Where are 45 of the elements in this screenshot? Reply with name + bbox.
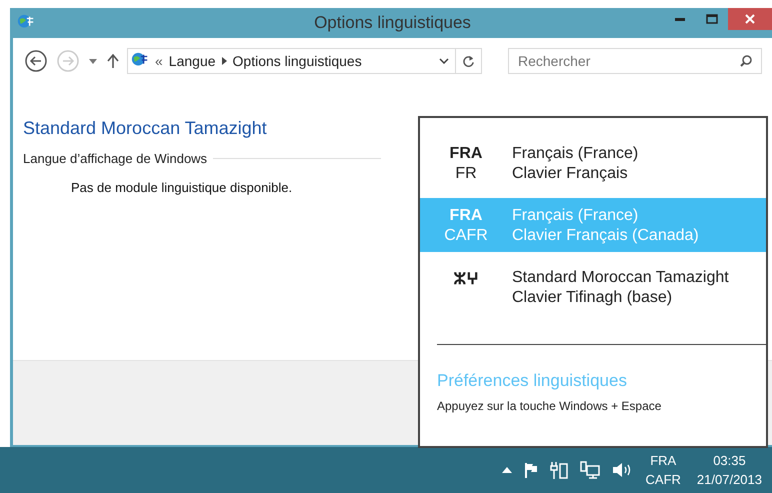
language-name: Français (France)	[512, 207, 640, 225]
keyboard-name: Clavier Français	[512, 165, 629, 183]
close-button[interactable]	[728, 8, 772, 30]
forward-icon	[57, 50, 79, 72]
maximize-icon	[706, 14, 718, 24]
minimize-icon	[675, 18, 685, 20]
address-bar[interactable]: « Langue Options linguistiques	[127, 48, 482, 74]
language-code: ⵣⵖ	[454, 270, 478, 289]
keyboard-name: Clavier Tifinagh (base)	[512, 289, 674, 307]
keyboard-name: Clavier Français (Canada)	[512, 227, 699, 245]
language-name: Français (France)	[512, 145, 638, 163]
history-button[interactable]	[87, 58, 99, 64]
layout-code: FR	[455, 165, 477, 183]
close-icon	[745, 14, 755, 24]
flag-icon[interactable]	[524, 462, 538, 478]
up-button[interactable]	[105, 54, 121, 68]
search-icon	[740, 55, 752, 67]
speaker-icon[interactable]	[612, 462, 632, 478]
breadcrumb[interactable]: Options linguistiques	[232, 53, 362, 69]
language-heading: Standard Moroccan Tamazight	[23, 118, 268, 139]
search-field[interactable]: Rechercher	[508, 48, 762, 74]
dropdown-icon	[439, 58, 449, 64]
chevron-icon	[222, 57, 227, 65]
section-title: Langue d’affichage de Windows	[23, 151, 208, 166]
breadcrumb-overflow[interactable]: «	[155, 53, 163, 69]
up-arrow-icon	[107, 54, 119, 68]
breadcrumb[interactable]: Langue	[168, 53, 216, 69]
back-icon	[25, 50, 47, 72]
language-code: FRA	[450, 145, 482, 163]
layout-code: CAFR	[444, 227, 488, 245]
message-text: Pas de module linguistique disponible.	[71, 180, 294, 195]
language-item[interactable]: FRA FR Français (France) Clavier Français	[420, 136, 766, 190]
language-name: Standard Moroccan Tamazight	[512, 269, 729, 287]
language-code: FRA	[450, 207, 482, 225]
network-icon[interactable]	[580, 461, 600, 479]
clock-button[interactable]: 03:35 21/07/2013	[694, 453, 764, 487]
window-title: Options linguistiques	[314, 13, 471, 33]
battery-plug-icon[interactable]	[550, 461, 568, 479]
hint-text: Appuyez sur la touche Windows + Espace	[437, 399, 662, 413]
language-item[interactable]: ⵣⵖ Standard Moroccan Tamazight Clavier Tifinagh (base)	[420, 260, 766, 314]
caret-up-icon[interactable]	[502, 467, 512, 473]
refresh-icon	[462, 54, 475, 68]
back-button[interactable]	[23, 50, 49, 72]
input-language-button[interactable]: FRA CAFR	[644, 453, 683, 487]
caret-icon	[89, 58, 97, 64]
